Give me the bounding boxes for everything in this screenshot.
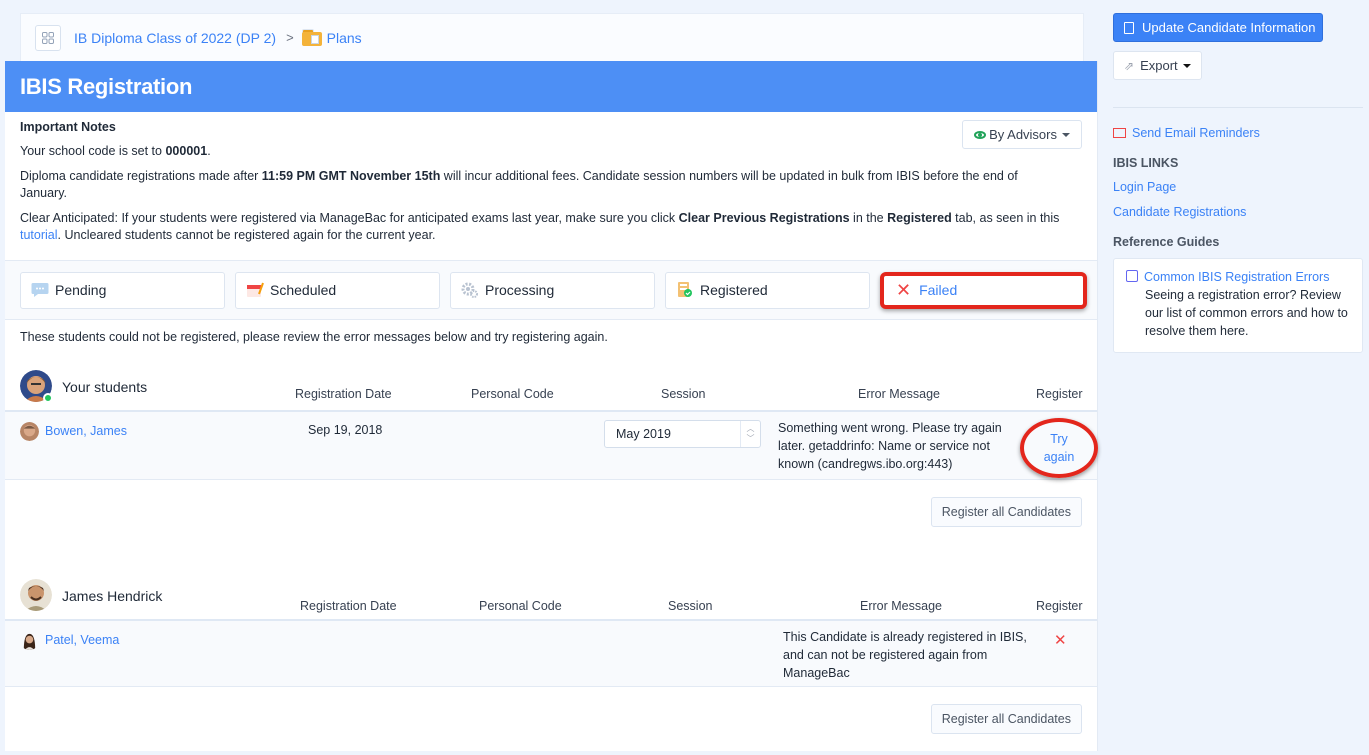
ibis-links-heading: IBIS LINKS — [1113, 156, 1179, 170]
common-errors-guide-link[interactable]: Common IBIS Registration Errors — [1126, 269, 1329, 284]
tab-registered[interactable]: Registered — [665, 271, 870, 309]
page-title: IBIS Registration — [5, 61, 1097, 112]
x-icon: ✕ — [896, 280, 912, 300]
column-session: Session — [661, 387, 706, 401]
cannot-register-x-icon: ✕ — [1054, 632, 1067, 649]
session-select[interactable]: May 2019 ︿ ﹀ — [604, 420, 761, 448]
tab-processing[interactable]: Processing — [450, 271, 655, 309]
clear-anticipated-note: Clear Anticipated: If your students were… — [20, 211, 1060, 242]
register-all-candidates-button[interactable]: Register all Candidates — [930, 497, 1082, 527]
candidate-registrations-link[interactable]: Candidate Registrations — [1113, 205, 1246, 219]
grid-icon — [42, 31, 54, 44]
group-footer: Register all Candidates — [5, 480, 1097, 556]
calendar-icon — [246, 282, 264, 298]
advisor-name: Your students — [62, 379, 148, 395]
chat-bubble-icon — [31, 282, 49, 298]
school-code-note: Your school code is set to 000001. — [20, 144, 211, 158]
table-row: Bowen, James Sep 19, 2018 May 2019 ︿ ﹀ So… — [5, 410, 1098, 480]
eye-icon — [974, 130, 987, 139]
caret-down-icon — [1062, 132, 1070, 137]
mail-icon — [1113, 128, 1126, 138]
student-name-link[interactable]: Patel, Veema — [45, 633, 119, 647]
column-personal-code: Personal Code — [479, 599, 562, 613]
reference-guide-card: Common IBIS Registration Errors Seeing a… — [1113, 258, 1363, 353]
deadline: 11:59 PM GMT November 15th — [261, 169, 441, 183]
column-session: Session — [668, 599, 713, 613]
breadcrumb-plans[interactable]: Plans — [327, 30, 362, 46]
important-notes: Important Notes Your school code is set … — [5, 112, 1097, 261]
error-message: Something went wrong. Please try again l… — [778, 421, 1002, 471]
tab-failed[interactable]: ✕ Failed — [880, 271, 1087, 309]
column-registration-date: Registration Date — [300, 599, 397, 613]
advisor-name: James Hendrick — [62, 588, 163, 604]
student-name-link[interactable]: Bowen, James — [45, 424, 127, 438]
tab-pending[interactable]: Pending — [20, 271, 225, 309]
notes-heading: Important Notes — [20, 120, 116, 134]
login-page-link[interactable]: Login Page — [1113, 180, 1176, 194]
column-error-message: Error Message — [860, 599, 942, 613]
status-tabs: Pending Scheduled Processing Registered … — [5, 261, 1097, 320]
export-dropdown[interactable]: ⇗ Export — [1113, 51, 1202, 80]
send-email-reminders-link[interactable]: Send Email Reminders — [1113, 126, 1260, 140]
column-register: Register — [1036, 599, 1083, 613]
column-register: Register — [1036, 387, 1083, 401]
registration-date: Sep 19, 2018 — [308, 423, 383, 437]
breadcrumb: IB Diploma Class of 2022 (DP 2) > Plans — [20, 13, 1084, 61]
group-footer: Register all Candidates — [5, 687, 1097, 755]
student-avatar — [20, 631, 39, 650]
register-all-candidates-button[interactable]: Register all Candidates — [930, 704, 1082, 734]
share-icon: ⇗ — [1124, 58, 1135, 73]
breadcrumb-class[interactable]: IB Diploma Class of 2022 (DP 2) — [74, 30, 276, 46]
book-icon — [1124, 21, 1134, 34]
guide-description: Seeing a registration error? Review our … — [1145, 288, 1348, 338]
table-row: Patel, Veema This Candidate is already r… — [5, 619, 1097, 687]
try-again-button[interactable]: Try again — [1020, 418, 1098, 478]
folder-icon — [301, 29, 322, 46]
online-status-dot — [43, 393, 53, 403]
cube-icon — [1126, 270, 1138, 282]
registered-doc-icon — [676, 282, 694, 298]
tab-scheduled[interactable]: Scheduled — [235, 271, 440, 309]
error-message: This Candidate is already registered in … — [783, 630, 1027, 680]
update-candidate-information-button[interactable]: Update Candidate Information — [1113, 13, 1323, 42]
caret-down-icon — [1182, 63, 1191, 68]
by-advisors-dropdown[interactable]: By Advisors — [962, 120, 1082, 149]
apps-grid-button[interactable] — [35, 24, 61, 51]
column-personal-code: Personal Code — [471, 387, 554, 401]
info-text: These students could not be registered, … — [20, 330, 608, 344]
ibis-registration-panel: IBIS Registration Important Notes Your s… — [5, 61, 1098, 751]
column-error-message: Error Message — [858, 387, 940, 401]
advisor-group-header: Your students Registration Date Personal… — [5, 367, 1097, 410]
breadcrumb-separator: > — [286, 30, 294, 45]
school-code: 000001 — [165, 144, 208, 158]
advisor-avatar — [20, 579, 52, 611]
student-avatar — [20, 422, 39, 441]
deadline-note: Diploma candidate registrations made aft… — [20, 169, 1018, 200]
column-registration-date: Registration Date — [295, 387, 392, 401]
gears-icon — [461, 282, 479, 298]
tutorial-link[interactable]: tutorial — [20, 228, 58, 242]
stepper-arrows-icon: ︿ ﹀ — [740, 421, 760, 447]
sidebar-divider — [1113, 107, 1363, 108]
reference-guides-heading: Reference Guides — [1113, 235, 1220, 249]
advisor-group-header: James Hendrick Registration Date Persona… — [5, 576, 1097, 619]
